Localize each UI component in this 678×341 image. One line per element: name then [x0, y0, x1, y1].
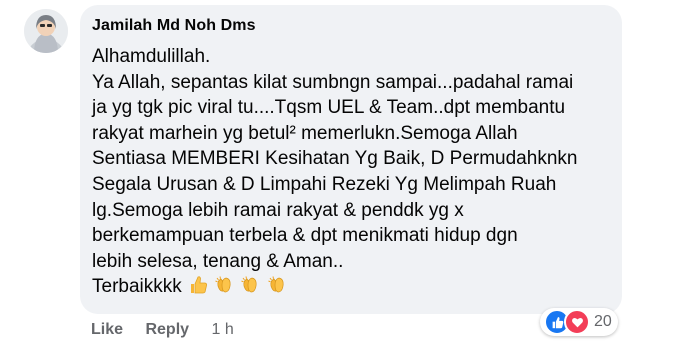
comment-line: Ya Allah, sepantas kilat sumbngn sampai.…: [92, 71, 574, 93]
comment-timestamp[interactable]: 1 h: [212, 321, 234, 339]
thumbs-up-icon: [190, 276, 207, 294]
avatar[interactable]: [24, 9, 68, 53]
comment-actions: Like Reply 1 h: [91, 321, 234, 339]
comment-last-line: Terbaikkkk: [92, 274, 612, 303]
comment-line: ja yg tgk pic viral tu....Tqsm UEL & Tea…: [92, 97, 566, 119]
clapping-hands-icon: [267, 276, 284, 293]
comment-container: Jamilah Md Noh Dms Alhamdulillah. Ya All…: [0, 0, 678, 341]
thumb-glyph: [552, 316, 563, 328]
comment-line: lg.Semoga lebih ramai rakyat & penddk yg…: [92, 199, 464, 221]
reaction-count: 20: [594, 313, 612, 330]
avatar-image: [24, 9, 68, 53]
reactions-summary[interactable]: 20: [540, 308, 618, 336]
reply-button[interactable]: Reply: [145, 321, 189, 339]
heart-glyph: [571, 317, 583, 327]
comment-line: Sentiasa MEMBERI Kesihatan Yg Baik, D Pe…: [92, 148, 578, 170]
love-reaction-icon: [564, 309, 590, 335]
comment-bubble: Jamilah Md Noh Dms Alhamdulillah. Ya All…: [80, 5, 622, 314]
clapping-hands-icon: [241, 276, 257, 293]
comment-line: lebih selesa, tenang & Aman..: [92, 250, 344, 272]
comment-body: Alhamdulillah. Ya Allah, sepantas kilat …: [92, 44, 612, 303]
comment-line: berkemampuan terbela & dpt menikmati hid…: [92, 225, 518, 247]
comment-author[interactable]: Jamilah Md Noh Dms: [92, 17, 256, 35]
comment-line: Segala Urusan & D Limpahi Rezeki Yg Meli…: [92, 173, 557, 195]
comment-line: Alhamdulillah.: [92, 46, 211, 67]
like-button[interactable]: Like: [91, 321, 123, 339]
comment-line: Terbaikkkk: [92, 276, 182, 298]
clapping-hands-icon: [215, 276, 231, 293]
emoji-group: [188, 275, 288, 303]
comment-line: rakyat marhein yg betul² memerlukn.Semog…: [92, 122, 518, 144]
